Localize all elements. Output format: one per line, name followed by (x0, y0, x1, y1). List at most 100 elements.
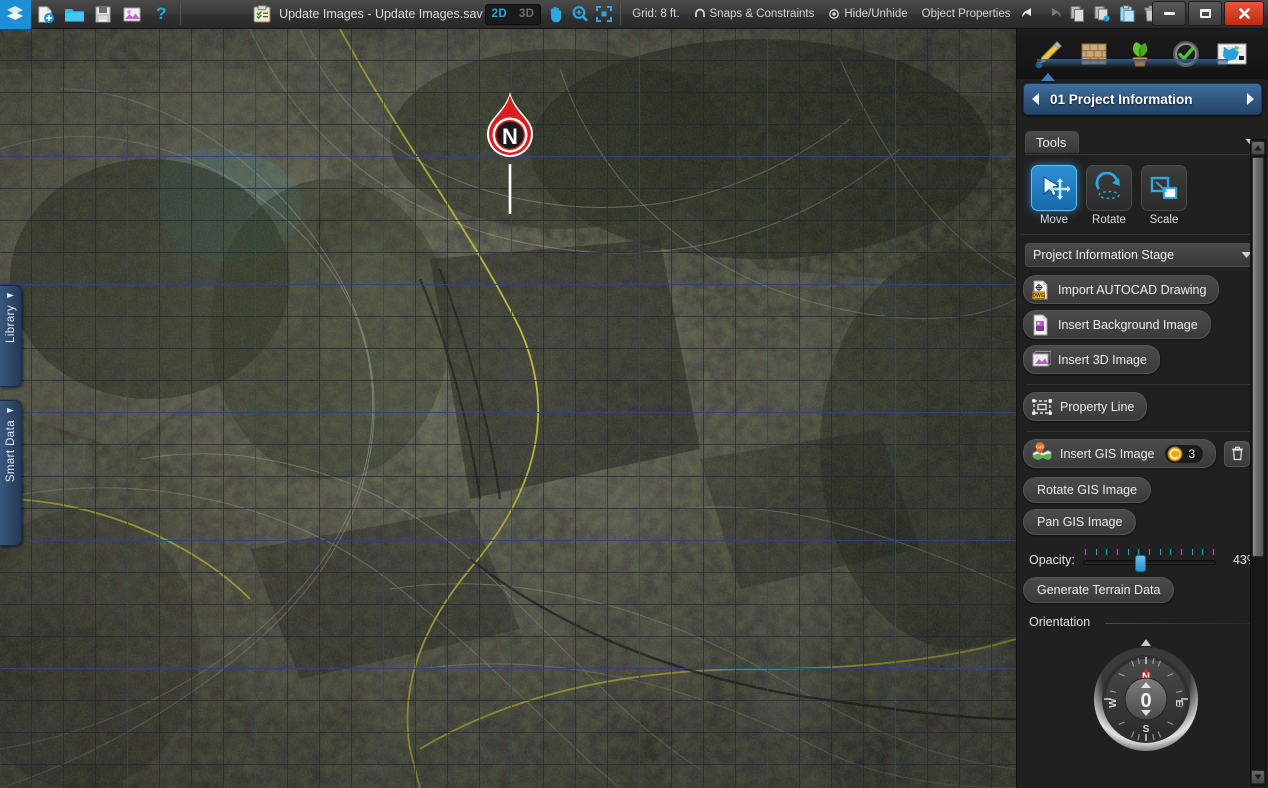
tools-section-header[interactable]: Tools (1025, 129, 1260, 155)
scroll-up-button[interactable] (1251, 141, 1265, 155)
rotate-gis-image-button[interactable]: Rotate GIS Image (1023, 477, 1152, 503)
coin-icon (1167, 446, 1183, 461)
paste-button[interactable] (1115, 0, 1139, 29)
toolbar-divider (179, 3, 181, 25)
tool-move[interactable]: Move (1031, 165, 1077, 226)
rotate-arrow-icon (1086, 165, 1132, 211)
hide-unhide-label: Hide/Unhide (844, 8, 908, 20)
sidebar-tab-library-label: Library (4, 305, 17, 343)
insert-gis-image-button[interactable]: GIS Insert GIS Image 3 (1023, 439, 1217, 468)
pan-gis-image-button[interactable]: Pan GIS Image (1023, 509, 1137, 535)
opacity-slider[interactable] (1082, 549, 1216, 572)
hide-unhide-button[interactable]: Hide/Unhide (821, 0, 914, 29)
application-window: ? Update Images - Update Images.sav 2D 3… (0, 0, 1268, 788)
stage-section-header[interactable]: Project Information Stage (1025, 243, 1260, 267)
stage-divider-1 (1027, 384, 1258, 385)
rotate-gis-image-label: Rotate GIS Image (1037, 483, 1138, 497)
background-image-icon (1033, 314, 1048, 335)
grid-setting[interactable]: Grid: 8 ft. (625, 0, 686, 29)
panel-header-glow (1037, 59, 1228, 68)
caret-right-icon (7, 293, 14, 298)
copy-button[interactable] (1066, 0, 1090, 29)
dwg-file-icon: DWG (1032, 280, 1048, 299)
tool-rotate[interactable]: Rotate (1086, 165, 1132, 226)
generate-terrain-data-button[interactable]: Generate Terrain Data (1023, 577, 1175, 603)
close-button[interactable] (1224, 1, 1264, 26)
insert-background-image-label: Insert Background Image (1058, 317, 1198, 332)
stage-section-label: Project Information Stage (1033, 248, 1175, 262)
panel-prev-button[interactable] (1024, 92, 1046, 106)
insert-3d-image-button[interactable]: Insert 3D Image (1023, 345, 1160, 374)
sidebar-tab-library[interactable]: Library (0, 285, 22, 387)
magnet-icon (694, 8, 705, 17)
window-controls (1152, 0, 1268, 27)
eye-icon (829, 9, 840, 19)
stage-divider-2 (1027, 431, 1258, 432)
minimize-button[interactable] (1152, 1, 1186, 26)
gis-pin-icon: GIS (1032, 441, 1052, 460)
compass-w-label: W (1108, 698, 1119, 708)
trash-can-icon (1231, 446, 1243, 461)
insert-background-image-button[interactable]: Insert Background Image (1023, 310, 1211, 339)
panel-header: 01 Project Information (1023, 83, 1262, 115)
north-marker[interactable]: N (481, 86, 539, 216)
tools-section-label: Tools (1025, 130, 1080, 153)
toolbar-divider-2 (620, 3, 622, 25)
import-autocad-drawing-button[interactable]: DWG Import AUTOCAD Drawing (1023, 275, 1220, 304)
compass-e-label: E (1173, 700, 1184, 707)
panel-scrollbar[interactable] (1250, 139, 1266, 786)
document-title: Update Images - Update Images.sav (252, 4, 483, 24)
insert-gis-image-label: Insert GIS Image (1060, 446, 1155, 461)
caret-right-icon-2 (7, 408, 14, 413)
orientation-rule (1105, 623, 1254, 624)
move-arrows-icon (1031, 165, 1077, 211)
tools-divider (1021, 234, 1258, 235)
design-canvas[interactable]: N (0, 29, 1016, 788)
tool-scale[interactable]: Scale (1141, 165, 1187, 226)
copy-properties-button[interactable] (1090, 0, 1114, 29)
mode-3d-button[interactable]: 3D (513, 8, 540, 20)
insert-3d-image-label: Insert 3D Image (1058, 352, 1147, 367)
generate-terrain-data-label: Generate Terrain Data (1037, 583, 1161, 597)
compass-value: 0 (1140, 690, 1151, 712)
svg-text:GIS: GIS (1036, 444, 1044, 449)
view-mode-toggle[interactable]: 2D 3D (484, 3, 542, 25)
maximize-button[interactable] (1188, 1, 1222, 26)
tools-row: Move Rotate Scale (1017, 155, 1268, 230)
property-line-icon (1032, 398, 1052, 415)
app-logo-icon[interactable] (0, 0, 31, 29)
north-marker-letter: N (502, 124, 518, 149)
image-3d-icon (1032, 350, 1051, 366)
snaps-constraints-button[interactable]: Snaps & Constraints (687, 0, 822, 29)
opacity-control: Opacity: 43% (1023, 541, 1268, 573)
undo-button[interactable] (1018, 0, 1042, 29)
new-file-button[interactable] (31, 0, 60, 29)
sidebar-tab-smart-data[interactable]: Smart Data (0, 400, 22, 546)
pan-tool-button[interactable] (543, 0, 567, 29)
zoom-extents-button[interactable] (592, 0, 616, 29)
redo-button[interactable] (1042, 0, 1066, 29)
scrollbar-thumb[interactable] (1252, 157, 1264, 557)
property-line-button[interactable]: Property Line (1023, 392, 1148, 421)
orientation-section: Orientation (1023, 609, 1268, 629)
help-button[interactable]: ? (147, 0, 176, 29)
open-folder-button[interactable] (60, 0, 89, 29)
panel-next-button[interactable] (1239, 92, 1261, 106)
opacity-thumb[interactable] (1135, 555, 1147, 572)
object-properties-button[interactable]: Object Properties (915, 0, 1018, 29)
category-icon-strip (1017, 29, 1268, 79)
delete-gis-image-button[interactable] (1224, 440, 1251, 467)
right-panel: 01 Project Information Tools Move Rotate… (1016, 29, 1268, 788)
opacity-label: Opacity: (1029, 553, 1075, 567)
compass-wrapper: N S W E 0 (1023, 629, 1268, 757)
scroll-down-button[interactable] (1251, 770, 1265, 784)
zoom-tool-button[interactable] (568, 0, 592, 29)
export-image-button[interactable] (118, 0, 147, 29)
opacity-track[interactable] (1082, 560, 1216, 565)
orientation-compass[interactable]: N S W E 0 (1086, 637, 1206, 757)
sidebar-tab-smart-data-label: Smart Data (4, 420, 17, 483)
save-button[interactable] (89, 0, 118, 29)
gis-credit-count: 3 (1188, 446, 1196, 461)
mode-2d-button[interactable]: 2D (486, 8, 513, 20)
stage-body: DWG Import AUTOCAD Drawing Insert Backgr… (1017, 267, 1268, 757)
